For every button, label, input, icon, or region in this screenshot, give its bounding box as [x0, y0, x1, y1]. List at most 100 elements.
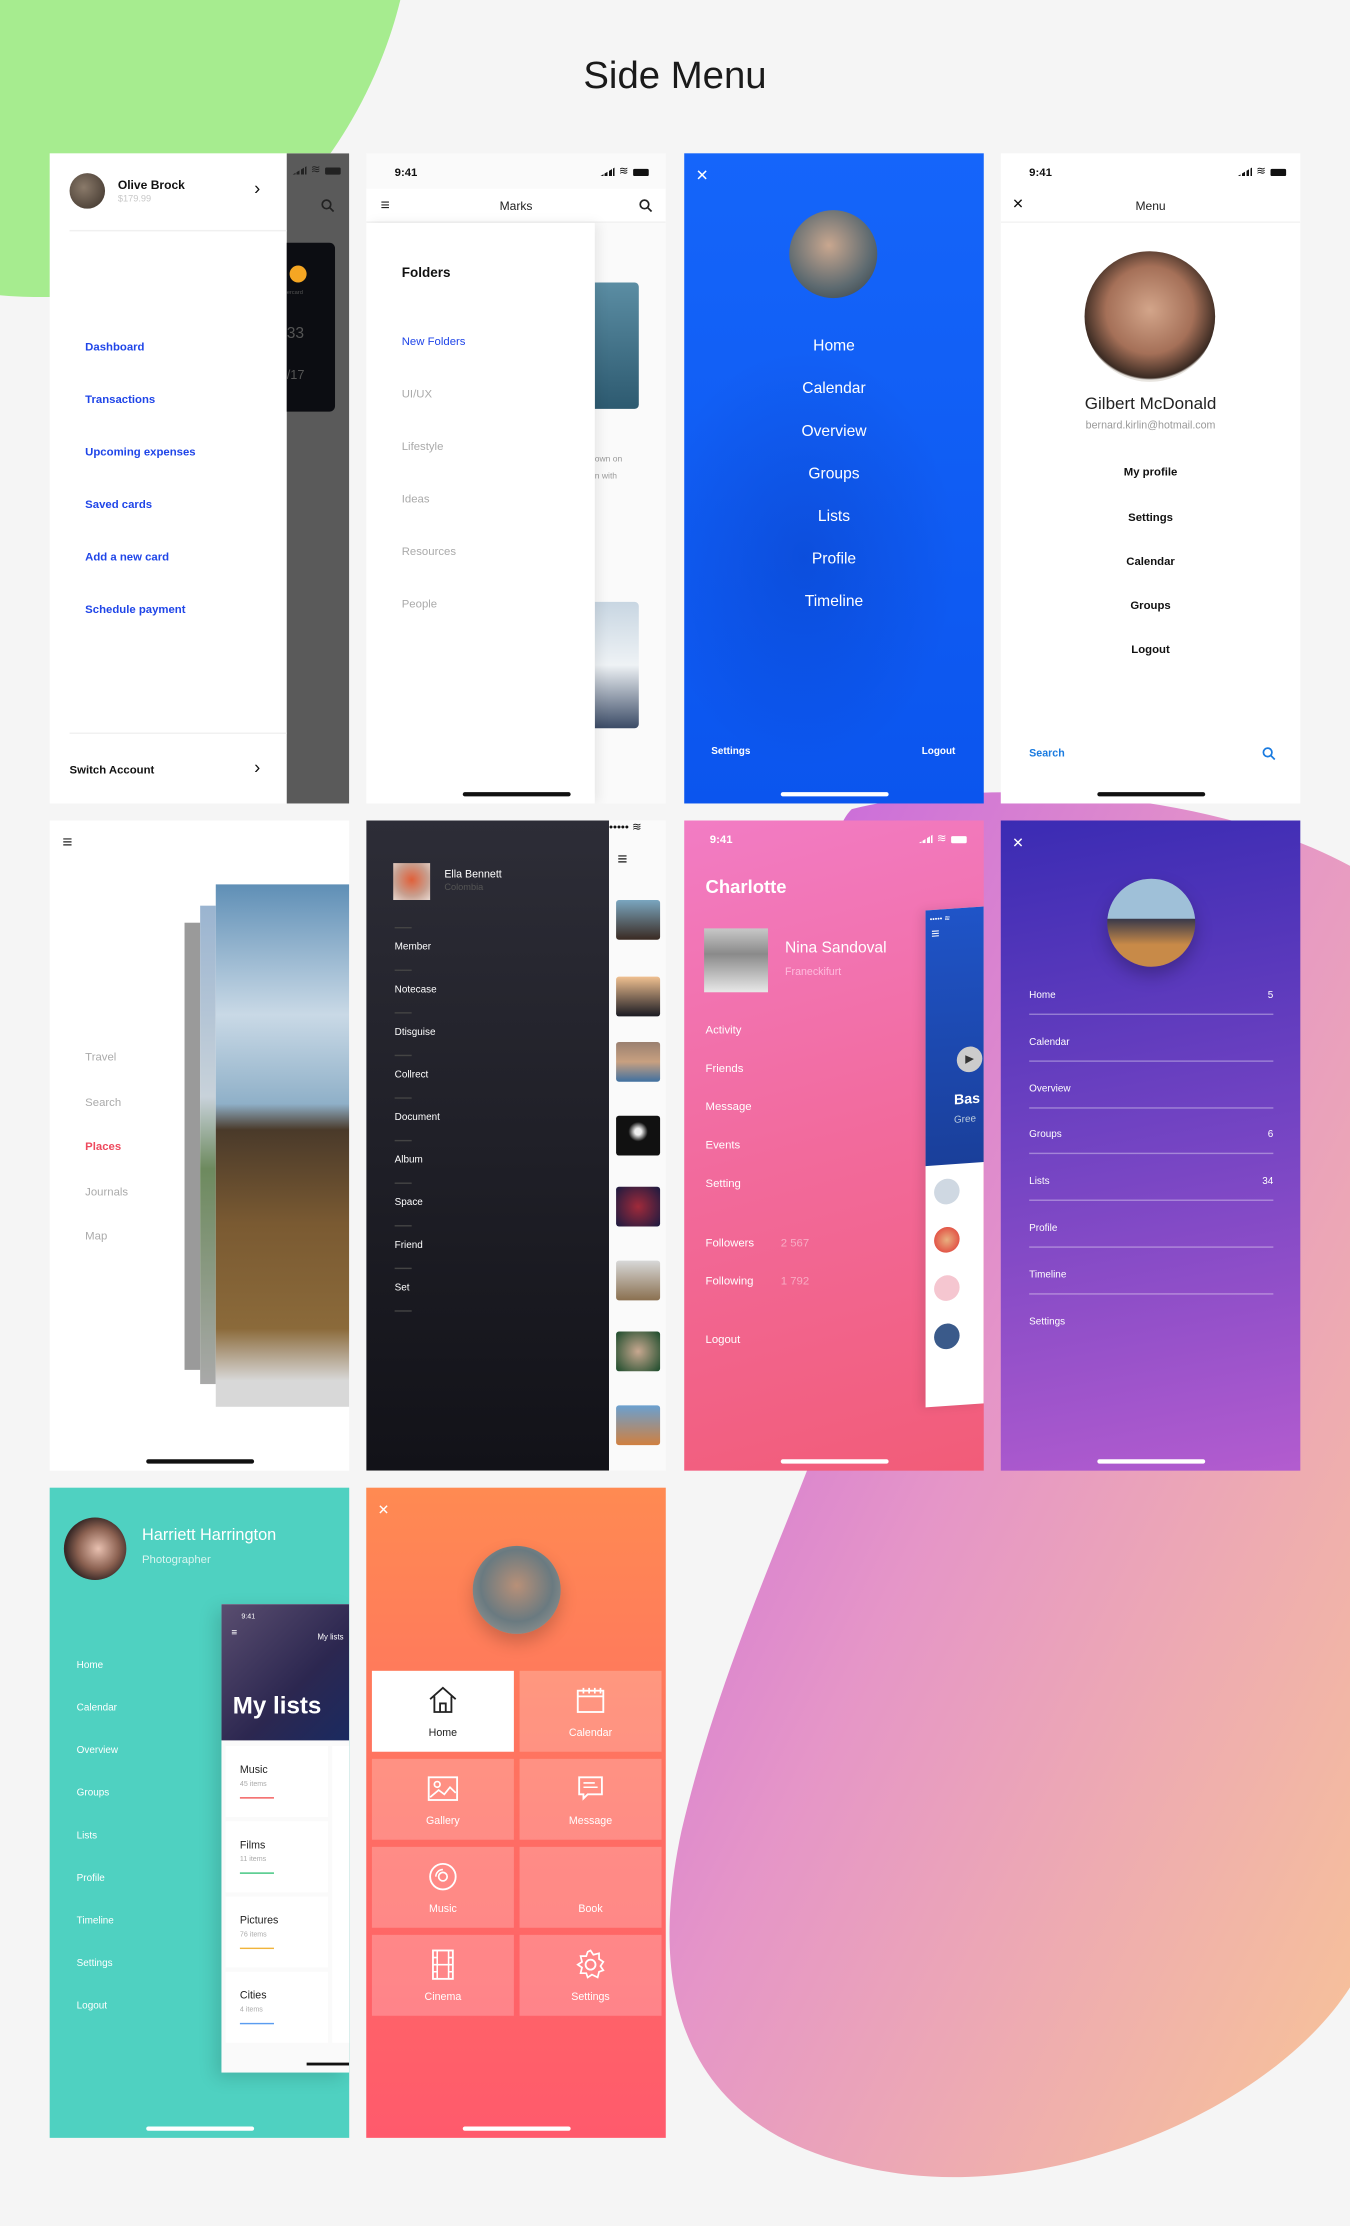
- hamburger-menu-icon[interactable]: ≡: [618, 849, 628, 869]
- avatar[interactable]: [69, 173, 106, 209]
- menu-item-friend[interactable]: Friend: [395, 1241, 423, 1251]
- menu-item-timeline[interactable]: Timeline: [77, 1916, 114, 1926]
- menu-item-transactions[interactable]: Transactions: [85, 393, 155, 406]
- switch-account-button[interactable]: Switch Account: [70, 764, 155, 777]
- menu-item-groups[interactable]: Groups: [77, 1789, 110, 1799]
- avatar[interactable]: [1107, 878, 1196, 967]
- menu-item-schedule-payment[interactable]: Schedule payment: [85, 603, 185, 616]
- thumbnail[interactable]: [616, 1405, 661, 1446]
- settings-link[interactable]: Settings: [711, 747, 750, 757]
- thumbnail[interactable]: [616, 1260, 661, 1301]
- menu-item-my-profile[interactable]: My profile: [1001, 466, 1301, 479]
- tile-home[interactable]: Home: [371, 1670, 514, 1752]
- menu-item-dashboard[interactable]: Dashboard: [85, 341, 144, 354]
- menu-item-calendar[interactable]: Calendar: [684, 380, 984, 397]
- list-card[interactable]: Music 45 items: [225, 1746, 328, 1818]
- menu-item-friends[interactable]: Friends: [706, 1062, 744, 1075]
- menu-item-places[interactable]: Places: [85, 1140, 121, 1153]
- menu-item-journals[interactable]: Journals: [85, 1185, 128, 1198]
- menu-item-settings[interactable]: Settings: [1001, 511, 1301, 524]
- folder-item-lifestyle[interactable]: Lifestyle: [402, 440, 444, 453]
- menu-item-calendar[interactable]: Calendar: [1029, 1037, 1069, 1047]
- avatar[interactable]: [934, 1177, 960, 1206]
- menu-item-saved-cards[interactable]: Saved cards: [85, 498, 152, 511]
- menu-item-home[interactable]: Home: [77, 1661, 104, 1671]
- thumbnail[interactable]: [616, 1115, 661, 1156]
- menu-item-profile[interactable]: Profile: [1029, 1224, 1057, 1234]
- tile-book[interactable]: Book: [519, 1846, 662, 1928]
- avatar[interactable]: [934, 1322, 960, 1351]
- list-card[interactable]: Pictures 76 items: [225, 1896, 328, 1968]
- menu-item-set[interactable]: Set: [395, 1283, 410, 1293]
- thumbnail[interactable]: [616, 900, 661, 940]
- menu-item-document[interactable]: Document: [395, 1113, 440, 1123]
- folder-item-ideas[interactable]: Ideas: [402, 493, 430, 506]
- menu-item-activity[interactable]: Activity: [706, 1024, 742, 1037]
- list-card[interactable]: Cities 4 items: [225, 1971, 328, 2043]
- folder-item-new-folders[interactable]: New Folders: [402, 335, 466, 348]
- menu-item-settings[interactable]: Settings: [77, 1959, 113, 1969]
- avatar[interactable]: [1084, 251, 1216, 382]
- thumbnail[interactable]: [616, 1331, 661, 1372]
- menu-item-logout[interactable]: Logout: [1001, 643, 1301, 656]
- menu-item-overview[interactable]: Overview: [1029, 1084, 1070, 1094]
- search-link[interactable]: Search: [1029, 747, 1065, 760]
- menu-item-space[interactable]: Space: [395, 1198, 423, 1208]
- place-photo-card[interactable]: [215, 884, 350, 1407]
- avatar[interactable]: [934, 1274, 960, 1302]
- close-icon[interactable]: ✕: [696, 166, 709, 185]
- thumbnail[interactable]: [616, 1186, 661, 1227]
- play-icon[interactable]: ▶: [956, 1045, 983, 1074]
- menu-item-album[interactable]: Album: [395, 1156, 423, 1166]
- logout-link[interactable]: Logout: [922, 747, 956, 757]
- list-card[interactable]: Films 11 items: [225, 1821, 328, 1893]
- search-icon[interactable]: [1262, 747, 1276, 761]
- menu-item-lists[interactable]: Lists: [77, 1831, 97, 1841]
- menu-item-timeline[interactable]: Timeline: [684, 593, 984, 610]
- menu-item-add-card[interactable]: Add a new card: [85, 551, 169, 564]
- avatar[interactable]: [789, 210, 878, 299]
- chevron-right-icon[interactable]: ›: [254, 177, 260, 198]
- menu-item-events[interactable]: Events: [706, 1138, 741, 1151]
- menu-item-overview[interactable]: Overview: [684, 423, 984, 440]
- menu-item-message[interactable]: Message: [706, 1100, 752, 1113]
- search-icon[interactable]: [639, 199, 653, 213]
- tile-cinema[interactable]: Cinema: [371, 1934, 514, 2016]
- menu-item-setting[interactable]: Setting: [706, 1177, 741, 1190]
- menu-item-overview[interactable]: Overview: [77, 1746, 118, 1756]
- search-icon[interactable]: [321, 199, 335, 213]
- menu-item-logout[interactable]: Logout: [77, 2002, 107, 2012]
- logout-link[interactable]: Logout: [706, 1333, 741, 1346]
- thumbnail[interactable]: [616, 1041, 661, 1082]
- tile-gallery[interactable]: Gallery: [371, 1758, 514, 1840]
- menu-item-profile[interactable]: Profile: [684, 551, 984, 568]
- avatar[interactable]: [472, 1545, 561, 1634]
- menu-item-groups[interactable]: Groups: [1029, 1131, 1062, 1141]
- menu-item-notecase[interactable]: Notecase: [395, 985, 437, 995]
- close-icon[interactable]: ✕: [378, 1503, 390, 1519]
- menu-item-timeline[interactable]: Timeline: [1029, 1270, 1066, 1280]
- profile-photo[interactable]: [704, 928, 768, 993]
- menu-item-profile[interactable]: Profile: [77, 1874, 105, 1884]
- menu-item-settings[interactable]: Settings: [1029, 1317, 1065, 1327]
- folder-item-resources[interactable]: Resources: [402, 545, 456, 558]
- folder-item-people[interactable]: People: [402, 598, 437, 611]
- menu-item-home[interactable]: Home: [1029, 991, 1056, 1001]
- menu-item-groups[interactable]: Groups: [684, 466, 984, 483]
- chevron-right-icon[interactable]: ›: [254, 757, 260, 778]
- menu-item-lists[interactable]: Lists: [1029, 1177, 1049, 1187]
- avatar[interactable]: [934, 1226, 960, 1254]
- avatar[interactable]: [63, 1517, 127, 1580]
- menu-item-search[interactable]: Search: [85, 1096, 121, 1109]
- folder-item-uiux[interactable]: UI/UX: [402, 388, 432, 401]
- menu-item-collrect[interactable]: Collrect: [395, 1070, 429, 1080]
- menu-item-home[interactable]: Home: [684, 338, 984, 355]
- menu-item-lists[interactable]: Lists: [684, 508, 984, 525]
- tile-settings[interactable]: Settings: [519, 1934, 662, 2016]
- avatar[interactable]: [393, 863, 431, 901]
- tile-calendar[interactable]: Calendar: [519, 1670, 662, 1752]
- menu-item-groups[interactable]: Groups: [1001, 599, 1301, 612]
- menu-item-map[interactable]: Map: [85, 1229, 107, 1242]
- menu-item-calendar[interactable]: Calendar: [1001, 555, 1301, 568]
- tile-message[interactable]: Message: [519, 1758, 662, 1840]
